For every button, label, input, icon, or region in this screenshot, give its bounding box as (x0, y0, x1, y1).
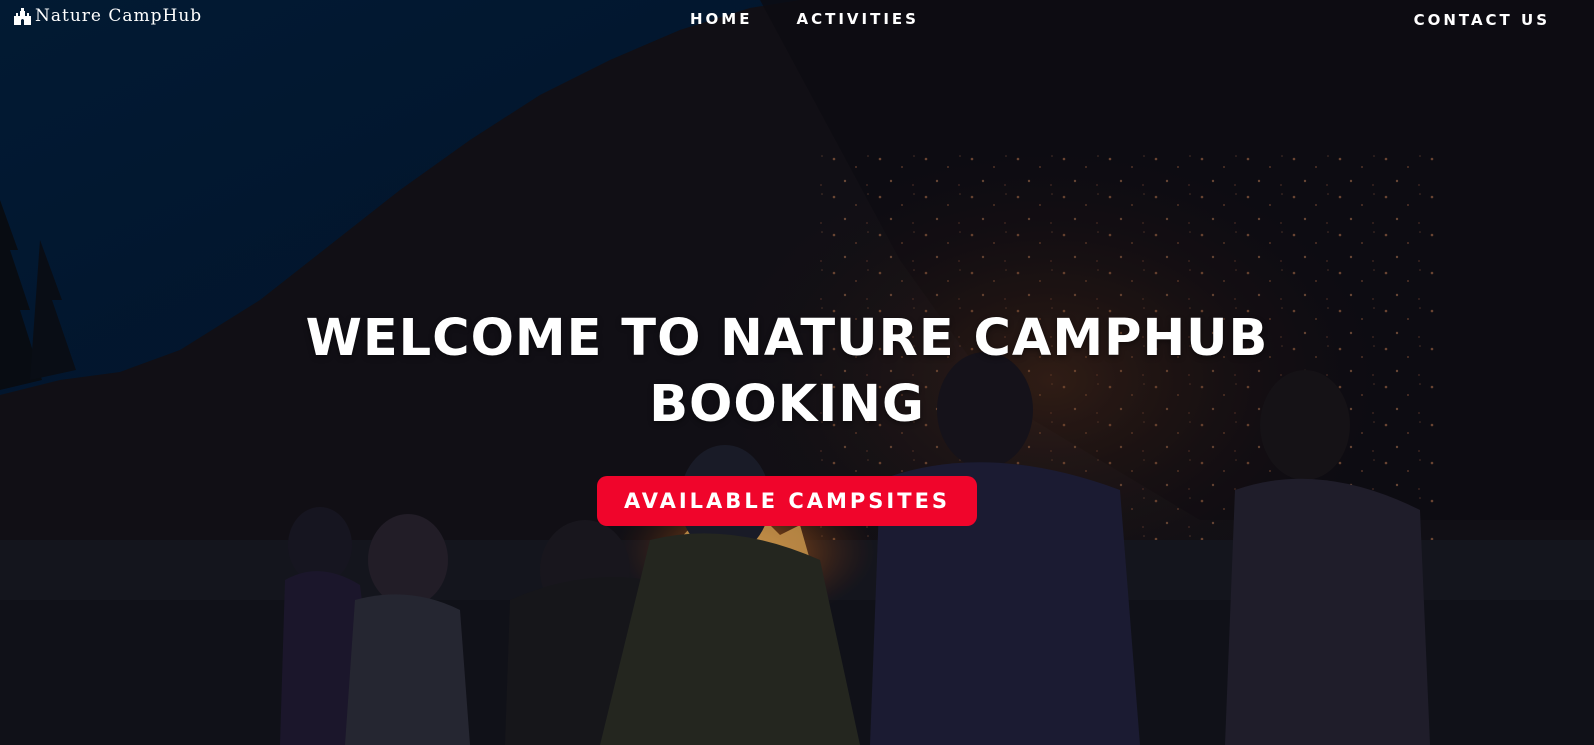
hero-title-line-1: WELCOME TO NATURE CAMPHUB (305, 309, 1269, 368)
nav-right: CONTACT US (1414, 10, 1550, 29)
nav-link-home[interactable]: HOME (690, 10, 752, 28)
hero-section: Nature CampHub HOME ACTIVITIES CONTACT U… (0, 0, 1594, 745)
hero-title: WELCOME TO NATURE CAMPHUB BOOKING (0, 306, 1574, 438)
top-navigation: Nature CampHub HOME ACTIVITIES CONTACT U… (0, 0, 1594, 40)
available-campsites-button[interactable]: AVAILABLE CAMPSITES (597, 476, 977, 526)
castle-icon (14, 7, 31, 25)
brand-name: Nature CampHub (35, 6, 203, 26)
hero-title-line-2: BOOKING (649, 375, 925, 434)
brand-logo-link[interactable]: Nature CampHub (13, 6, 202, 26)
main-menu: HOME ACTIVITIES (690, 10, 919, 28)
nav-link-contact-us[interactable]: CONTACT US (1414, 11, 1550, 29)
nav-link-activities[interactable]: ACTIVITIES (796, 10, 918, 28)
